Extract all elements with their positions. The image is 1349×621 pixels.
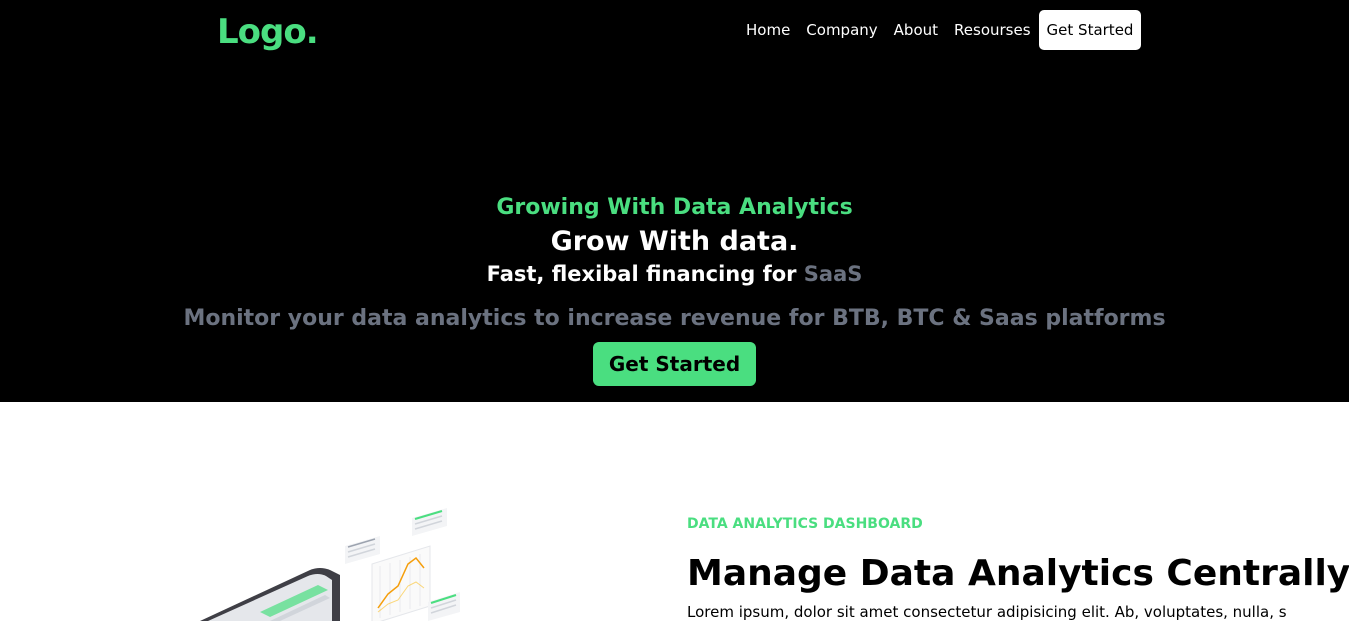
- nav-company[interactable]: Company: [806, 21, 877, 39]
- nav-home[interactable]: Home: [746, 21, 790, 39]
- dashboard-illustration: [200, 508, 460, 621]
- section-body: Lorem ipsum, dolor sit amet consectetur …: [687, 603, 1287, 621]
- section-kicker: DATA ANALYTICS DASHBOARD: [687, 516, 923, 532]
- hero-kicker: Growing With Data Analytics: [496, 195, 853, 220]
- hero-headline: Grow With data.: [550, 226, 799, 257]
- hero-subline: Fast, flexibal financing for SaaS: [0, 262, 1349, 286]
- hero-subline-text: Fast, flexibal financing for: [486, 262, 804, 286]
- hero-subline-accent: SaaS: [803, 262, 863, 286]
- hero-get-started-button[interactable]: Get Started: [593, 342, 756, 386]
- logo[interactable]: Logo.: [217, 12, 319, 52]
- main-nav: Home Company About Resourses Get Started: [746, 10, 1142, 50]
- hero-description: Monitor your data analytics to increase …: [183, 306, 1166, 331]
- hero-section: Logo. Home Company About Resourses Get S…: [0, 0, 1349, 402]
- nav-about[interactable]: About: [894, 21, 938, 39]
- nav-resources[interactable]: Resourses: [954, 21, 1031, 39]
- section-title: Manage Data Analytics Centrally: [687, 553, 1349, 594]
- nav-get-started-button[interactable]: Get Started: [1038, 10, 1142, 50]
